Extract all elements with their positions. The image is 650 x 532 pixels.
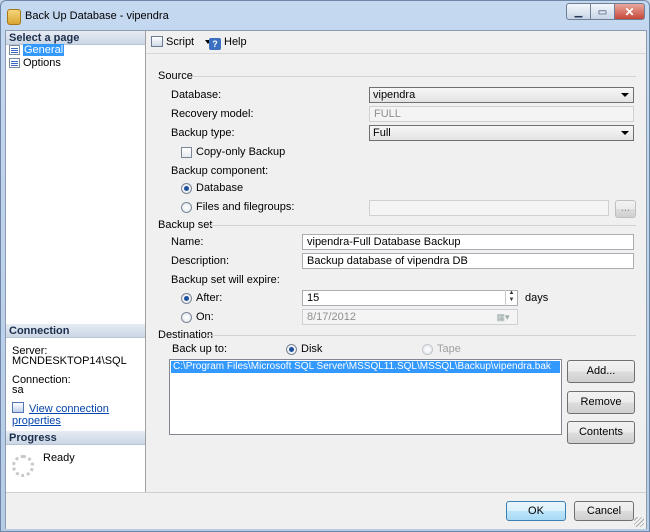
toolbar: Script ? Help <box>146 31 646 54</box>
help-label: Help <box>224 36 247 48</box>
progress-spinner-icon <box>12 455 34 477</box>
page-icon <box>9 45 20 55</box>
component-files-radio[interactable] <box>181 202 192 213</box>
database-value: vipendra <box>373 89 416 101</box>
remove-button[interactable]: Remove <box>567 391 635 414</box>
select-page-header: Select a page <box>6 31 145 45</box>
recovery-model-field: FULL <box>369 106 634 122</box>
tape-radio[interactable] <box>422 344 433 355</box>
component-database-label: Database <box>196 182 244 194</box>
disk-label: Disk <box>301 343 323 355</box>
close-button[interactable]: ✕ <box>614 3 645 20</box>
component-database-radio[interactable] <box>181 183 192 194</box>
properties-icon <box>12 402 24 413</box>
destination-divider <box>206 335 636 336</box>
calendar-icon: ▦▾ <box>496 312 510 322</box>
spin-down-icon[interactable]: ▼ <box>506 297 517 304</box>
backup-set-divider <box>209 225 636 226</box>
page-item-label: Options <box>23 57 61 69</box>
destination-list[interactable]: C:\Program Files\Microsoft SQL Server\MS… <box>169 359 562 435</box>
chevron-down-icon <box>621 93 629 97</box>
list-item[interactable]: C:\Program Files\Microsoft SQL Server\MS… <box>171 361 560 373</box>
connection-value: sa <box>12 384 24 396</box>
minimize-icon: ▁ <box>574 7 583 18</box>
files-filegroups-field <box>369 200 609 216</box>
server-value: MCNDESKTOP14\SQL <box>12 355 127 367</box>
database-select[interactable]: vipendra <box>369 87 634 103</box>
database-label: Database: <box>171 89 222 101</box>
dialog-window: Back Up Database - vipendra ▁ ▭ ✕ Select… <box>0 0 650 532</box>
copy-only-label: Copy-only Backup <box>196 146 286 158</box>
tape-label: Tape <box>437 343 461 355</box>
dialog-client: Select a page General Options Connection… <box>5 30 647 529</box>
source-divider <box>192 76 636 77</box>
expire-after-days-value: 15 <box>307 292 320 304</box>
view-connection-properties[interactable]: View connection properties <box>12 402 145 427</box>
disk-radio[interactable] <box>286 344 297 355</box>
help-icon: ? <box>209 38 221 50</box>
destination-group-label: Destination <box>158 329 214 341</box>
script-button[interactable]: Script <box>151 35 212 49</box>
description-input[interactable]: Backup database of vipendra DB <box>302 253 634 269</box>
backup-component-label: Backup component: <box>171 165 269 177</box>
page-icon <box>9 58 20 68</box>
copy-only-checkbox[interactable] <box>181 147 192 158</box>
minimize-button[interactable]: ▁ <box>566 3 591 20</box>
left-pane: Select a page General Options Connection… <box>6 31 146 492</box>
cancel-button[interactable]: Cancel <box>574 501 634 521</box>
progress-status: Ready <box>43 452 75 464</box>
add-button[interactable]: Add... <box>567 360 635 383</box>
source-group-label: Source <box>158 70 193 82</box>
backup-type-select[interactable]: Full <box>369 125 634 141</box>
progress-header: Progress <box>6 431 145 445</box>
dialog-footer: OK Cancel <box>6 492 646 529</box>
database-icon <box>7 9 21 25</box>
close-icon: ✕ <box>624 5 635 19</box>
page-item-label: General <box>23 44 65 56</box>
expire-on-label: On: <box>196 311 214 323</box>
script-icon <box>151 36 163 47</box>
files-browse-button[interactable]: ... <box>615 200 636 218</box>
backup-type-label: Backup type: <box>171 127 235 139</box>
title-bar[interactable]: Back Up Database - vipendra ▁ ▭ ✕ <box>1 1 649 31</box>
ok-button[interactable]: OK <box>506 501 566 521</box>
back-up-to-label: Back up to: <box>172 343 228 355</box>
help-button[interactable]: ? Help <box>209 35 247 50</box>
spin-up-icon[interactable]: ▲ <box>506 290 517 297</box>
expire-label: Backup set will expire: <box>171 274 280 286</box>
days-label: days <box>525 292 549 304</box>
description-label: Description: <box>171 255 230 267</box>
resize-grip-icon[interactable] <box>634 517 644 527</box>
expire-after-days-input[interactable]: 15 <box>302 290 518 306</box>
connection-header: Connection <box>6 324 145 338</box>
backup-set-group-label: Backup set <box>158 219 213 231</box>
expire-after-radio[interactable] <box>181 293 192 304</box>
window-title: Back Up Database - vipendra <box>25 10 169 22</box>
days-spinner[interactable]: ▲ ▼ <box>505 290 517 306</box>
expire-on-radio[interactable] <box>181 312 192 323</box>
backup-type-value: Full <box>373 127 391 139</box>
name-input[interactable]: vipendra-Full Database Backup <box>302 234 634 250</box>
chevron-down-icon <box>621 131 629 135</box>
component-files-label: Files and filegroups: <box>196 201 295 213</box>
expire-after-label: After: <box>196 292 223 304</box>
script-label: Script <box>166 36 195 48</box>
maximize-button[interactable]: ▭ <box>590 3 615 20</box>
name-label: Name: <box>171 236 204 248</box>
recovery-model-label: Recovery model: <box>171 108 254 120</box>
page-item-general[interactable]: General <box>9 44 65 57</box>
contents-button[interactable]: Contents <box>567 421 635 444</box>
page-item-options[interactable]: Options <box>9 57 61 70</box>
expire-on-date-field: 8/17/2012 <box>302 309 518 325</box>
view-connection-link[interactable]: View connection properties <box>12 403 109 427</box>
maximize-icon: ▭ <box>597 7 608 18</box>
